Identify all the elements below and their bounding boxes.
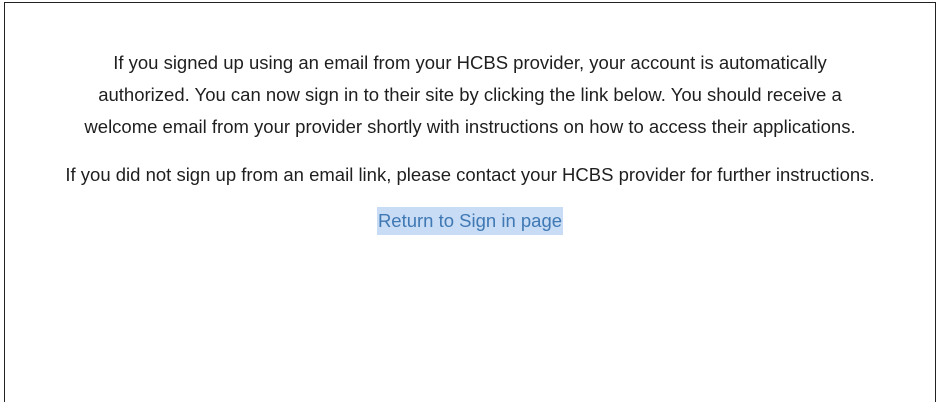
authorization-message: If you signed up using an email from you… [84, 52, 856, 137]
confirmation-panel: If you signed up using an email from you… [4, 2, 936, 402]
return-to-sign-in-link[interactable]: Return to Sign in page [376, 207, 564, 235]
link-row: Return to Sign in page [5, 205, 935, 237]
message-content: If you signed up using an email from you… [5, 47, 935, 237]
contact-provider-message: If you did not sign up from an email lin… [65, 164, 875, 185]
